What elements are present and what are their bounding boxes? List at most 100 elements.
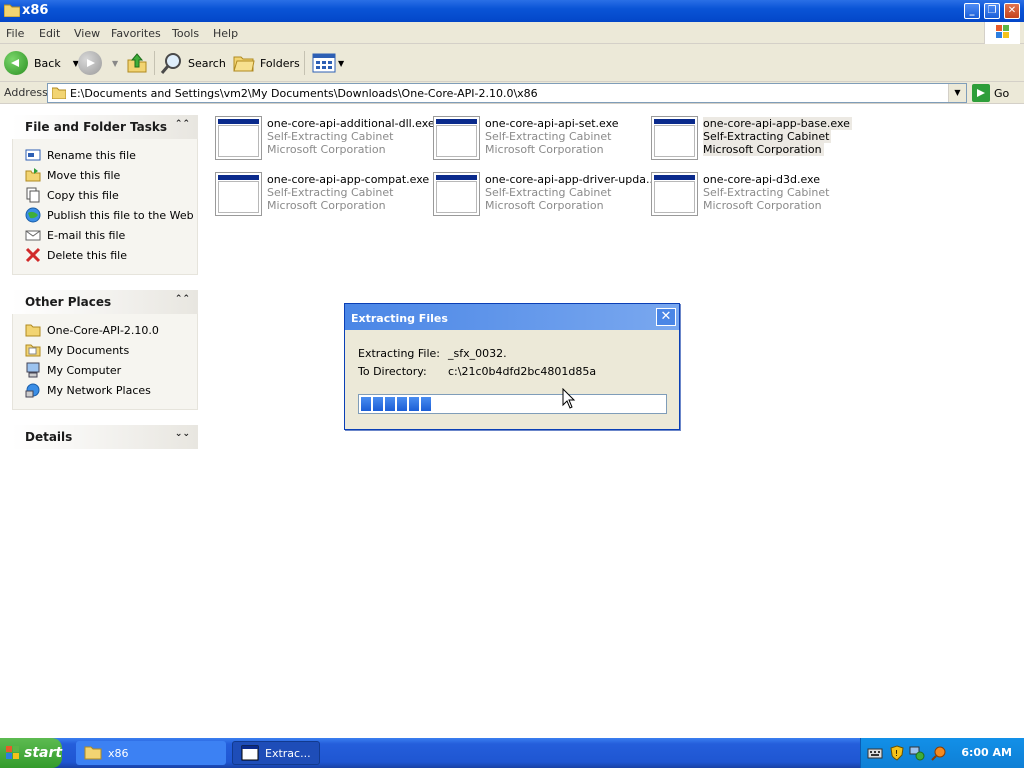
folder-icon bbox=[4, 4, 20, 17]
window-title: x86 bbox=[22, 3, 49, 18]
network-icon[interactable] bbox=[909, 745, 925, 761]
back-label: Back bbox=[34, 56, 61, 70]
address-path: E:\Documents and Settings\vm2\My Documen… bbox=[70, 87, 538, 100]
file-name: one-core-api-d3d.exe bbox=[703, 173, 820, 186]
collapse-icon[interactable]: ⌃⌃ bbox=[175, 119, 190, 129]
security-shield-icon[interactable]: ! bbox=[889, 745, 905, 761]
folder-icon bbox=[25, 324, 41, 337]
file-type: Self-Extracting Cabinet bbox=[485, 186, 612, 199]
place-my-documents[interactable]: My Documents bbox=[25, 340, 197, 360]
menu-edit[interactable]: Edit bbox=[39, 27, 60, 40]
minimize-button[interactable]: _ bbox=[964, 3, 980, 19]
views-button[interactable]: ▼ bbox=[312, 50, 344, 76]
file-name: one-core-api-app-compat.exe bbox=[267, 173, 430, 186]
task-move[interactable]: Move this file bbox=[25, 165, 197, 185]
task-label: Publish this file to the Web bbox=[47, 208, 194, 222]
progress-block bbox=[373, 397, 383, 411]
file-company: Microsoft Corporation bbox=[267, 143, 386, 156]
menu-tools[interactable]: Tools bbox=[172, 27, 199, 40]
address-input[interactable]: E:\Documents and Settings\vm2\My Documen… bbox=[47, 83, 967, 103]
file-folder-tasks-panel: File and Folder Tasks ⌃⌃ Rename this fil… bbox=[12, 115, 198, 275]
windows-logo-icon bbox=[984, 22, 1020, 44]
task-rename[interactable]: Rename this file bbox=[25, 145, 197, 165]
file-item[interactable]: one-core-api-d3d.exe Self-Extracting Cab… bbox=[646, 166, 861, 216]
taskbar-item-label: x86 bbox=[108, 746, 129, 760]
task-publish-web[interactable]: Publish this file to the Web bbox=[25, 205, 197, 225]
file-type: Self-Extracting Cabinet bbox=[703, 186, 830, 199]
back-button[interactable]: Back ▼ bbox=[4, 50, 79, 76]
clock: 6:00 AM bbox=[961, 746, 1012, 759]
search-button[interactable]: Search bbox=[160, 50, 226, 76]
file-type: Self-Extracting Cabinet bbox=[485, 130, 612, 143]
keyboard-icon[interactable] bbox=[867, 745, 883, 761]
file-company: Microsoft Corporation bbox=[703, 143, 824, 156]
up-folder-button[interactable] bbox=[126, 50, 148, 76]
taskbar-item-extracting[interactable]: Extrac... bbox=[232, 741, 320, 765]
menu-help[interactable]: Help bbox=[213, 27, 238, 40]
views-dropdown-icon[interactable]: ▼ bbox=[338, 59, 344, 68]
menu-bar: File Edit View Favorites Tools Help bbox=[0, 22, 1024, 44]
toolbar: Back ▼ ▼ Search Folders ▼ bbox=[0, 44, 1024, 82]
task-email[interactable]: E-mail this file bbox=[25, 225, 197, 245]
my-documents-icon bbox=[25, 344, 41, 357]
file-item[interactable]: one-core-api-app-compat.exe Self-Extract… bbox=[210, 166, 429, 216]
details-header[interactable]: Details ⌄⌄ bbox=[12, 425, 198, 449]
menu-favorites[interactable]: Favorites bbox=[111, 27, 161, 40]
my-computer-icon bbox=[26, 362, 40, 378]
file-item[interactable]: one-core-api-additional-dll.exe Self-Ext… bbox=[210, 110, 435, 160]
file-name: one-core-api-app-base.exe bbox=[703, 117, 852, 130]
application-window-icon bbox=[651, 116, 698, 160]
search-label: Search bbox=[188, 56, 226, 70]
menu-view[interactable]: View bbox=[74, 27, 100, 40]
folders-button[interactable]: Folders bbox=[232, 50, 300, 76]
extracting-file-value: _sfx_0032. bbox=[448, 347, 507, 360]
toolbar-separator bbox=[304, 51, 305, 75]
file-company: Microsoft Corporation bbox=[267, 199, 386, 212]
panel-title: File and Folder Tasks bbox=[25, 120, 168, 134]
application-window-icon bbox=[433, 172, 480, 216]
copy-icon bbox=[26, 187, 40, 203]
address-dropdown-icon[interactable]: ▼ bbox=[948, 84, 966, 102]
email-icon bbox=[25, 230, 41, 241]
taskbar: start x86 Extrac... ! 6:00 AM bbox=[0, 738, 1024, 768]
task-copy[interactable]: Copy this file bbox=[25, 185, 197, 205]
collapse-icon[interactable]: ⌃⌃ bbox=[175, 294, 190, 304]
web-publish-icon bbox=[25, 207, 41, 223]
file-type: Self-Extracting Cabinet bbox=[267, 186, 394, 199]
menu-file[interactable]: File bbox=[6, 27, 24, 40]
search-tray-icon[interactable] bbox=[931, 745, 947, 761]
expand-icon[interactable]: ⌄⌄ bbox=[175, 429, 190, 439]
task-delete[interactable]: Delete this file bbox=[25, 245, 197, 265]
rename-icon bbox=[25, 149, 41, 161]
file-item-selected[interactable]: one-core-api-app-base.exe Self-Extractin… bbox=[646, 110, 861, 160]
place-one-core-api[interactable]: One-Core-API-2.10.0 bbox=[25, 320, 197, 340]
forward-arrow-icon bbox=[78, 51, 102, 75]
file-type: Self-Extracting Cabinet bbox=[703, 130, 832, 143]
file-item[interactable]: one-core-api-app-driver-upda... Self-Ext… bbox=[428, 166, 656, 216]
task-label: Delete this file bbox=[47, 248, 127, 262]
forward-dropdown-icon[interactable]: ▼ bbox=[112, 59, 118, 68]
network-places-icon bbox=[25, 383, 40, 398]
to-directory-label: To Directory: bbox=[358, 365, 427, 378]
go-button[interactable]: Go bbox=[972, 83, 1009, 103]
task-label: Move this file bbox=[47, 168, 121, 182]
taskbar-item-x86[interactable]: x86 bbox=[76, 741, 226, 765]
restore-button[interactable]: ❐ bbox=[984, 3, 1000, 19]
address-label: Address bbox=[4, 86, 48, 99]
folders-icon bbox=[233, 56, 255, 72]
start-button[interactable]: start bbox=[0, 738, 62, 768]
dialog-close-button[interactable]: ✕ bbox=[656, 308, 676, 326]
extracting-file-label: Extracting File: bbox=[358, 347, 441, 360]
close-button[interactable]: ✕ bbox=[1004, 3, 1020, 19]
panel-title: Other Places bbox=[25, 295, 112, 309]
file-item[interactable]: one-core-api-api-set.exe Self-Extracting… bbox=[428, 110, 643, 160]
forward-button[interactable]: ▼ bbox=[78, 50, 118, 76]
application-window-icon bbox=[215, 116, 262, 160]
views-icon bbox=[312, 53, 336, 73]
place-network[interactable]: My Network Places bbox=[25, 380, 197, 400]
dialog-title: Extracting Files bbox=[351, 312, 448, 325]
file-folder-tasks-header[interactable]: File and Folder Tasks ⌃⌃ bbox=[12, 115, 198, 139]
place-my-computer[interactable]: My Computer bbox=[25, 360, 197, 380]
other-places-header[interactable]: Other Places ⌃⌃ bbox=[12, 290, 198, 314]
address-bar: Address E:\Documents and Settings\vm2\My… bbox=[0, 82, 1024, 104]
